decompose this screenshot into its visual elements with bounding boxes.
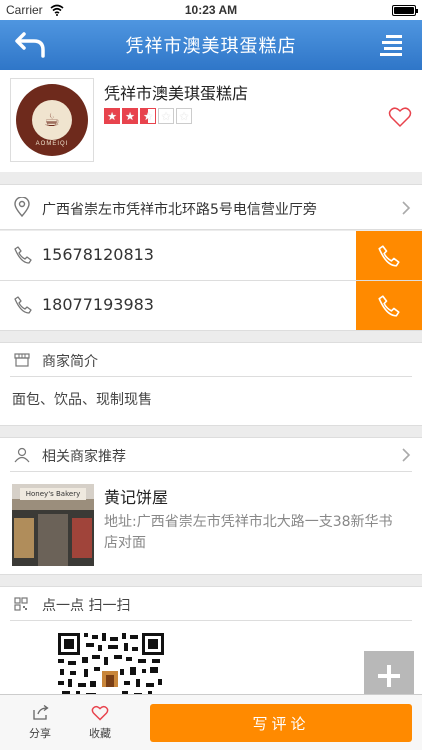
- shop-header-card: ☕ AOMEIQI 凭祥市澳美琪蛋糕店 ★ ★ ★ ★ ★: [0, 70, 422, 172]
- star-half-icon: ★: [140, 108, 156, 124]
- write-review-button[interactable]: 写评论: [150, 704, 412, 742]
- status-bar: Carrier 10:23 AM: [0, 0, 422, 20]
- qr-code-graphic: [58, 633, 164, 699]
- call-button[interactable]: [356, 231, 422, 280]
- share-label: 分享: [29, 727, 51, 740]
- address-row[interactable]: 广西省崇左市凭祥市北环路5号电信营业厅旁: [0, 184, 422, 230]
- recommend-shop-name[interactable]: 黄记饼屋: [104, 484, 168, 508]
- favorite-button[interactable]: 收藏: [70, 695, 130, 750]
- star-empty-icon: ★: [158, 108, 174, 124]
- shop-logo: ☕ AOMEIQI: [10, 78, 94, 162]
- rating-stars: ★ ★ ★ ★ ★: [104, 108, 192, 124]
- qr-code-image: [58, 633, 164, 699]
- page-title: 凭祥市澳美琪蛋糕店: [125, 36, 297, 57]
- favorite-heart-icon[interactable]: [388, 106, 412, 128]
- recommend-section: 相关商家推荐 Honey's Bakery 黄记饼屋 地址:广西省崇左市凭祥市北…: [0, 437, 422, 575]
- bread-icon: ☕: [32, 100, 72, 140]
- recommend-header[interactable]: 相关商家推荐: [0, 438, 422, 472]
- chevron-right-icon: [402, 448, 411, 462]
- storefront-sign: Honey's Bakery: [20, 488, 86, 500]
- location-pin-icon: [14, 197, 30, 217]
- phone-row: 15678120813: [0, 231, 422, 281]
- star-empty-icon: ★: [176, 108, 192, 124]
- share-button[interactable]: 分享: [10, 695, 70, 750]
- bottom-toolbar: 分享 收藏 写评论: [0, 694, 422, 750]
- call-button[interactable]: [356, 281, 422, 330]
- phone-icon: [14, 246, 32, 264]
- section-title: 相关商家推荐: [42, 449, 126, 465]
- star-icon: ★: [104, 108, 120, 124]
- chevron-right-icon: [402, 201, 411, 215]
- qr-section: 点一点 扫一扫: [0, 586, 422, 704]
- phone-icon: [14, 296, 32, 314]
- recommend-shop-photo[interactable]: Honey's Bakery: [12, 484, 94, 566]
- intro-section: 商家简介 面包、饮品、现制现售: [0, 342, 422, 426]
- phone-number: 15678120813: [42, 245, 154, 264]
- favorite-label: 收藏: [89, 727, 111, 740]
- clock: 10:23 AM: [184, 3, 238, 17]
- nav-bar: 凭祥市澳美琪蛋糕店: [0, 20, 422, 70]
- section-title: 点一点 扫一扫: [42, 598, 131, 614]
- user-icon: [14, 447, 30, 463]
- shop-icon: [14, 353, 30, 367]
- shop-name: 凭祥市澳美琪蛋糕店: [104, 84, 249, 103]
- menu-icon[interactable]: [380, 34, 404, 56]
- recommend-shop-address: 地址:广西省崇左市凭祥市北大路一支38新华书店对面: [104, 514, 393, 551]
- phone-number: 18077193983: [42, 295, 154, 314]
- phone-call-icon: [378, 244, 400, 267]
- address-text: 广西省崇左市凭祥市北环路5号电信营业厅旁: [42, 202, 317, 218]
- heart-icon: [91, 705, 109, 721]
- back-arrow-icon[interactable]: [14, 30, 48, 60]
- section-title: 商家简介: [42, 354, 98, 370]
- phone-call-icon: [378, 294, 400, 317]
- share-icon: [33, 705, 49, 720]
- intro-text: 面包、饮品、现制现售: [12, 392, 152, 408]
- phone-row: 18077193983: [0, 281, 422, 331]
- logo-brand-text: AOMEIQI: [35, 141, 69, 147]
- qr-code-icon: [14, 597, 28, 611]
- battery-icon: [392, 5, 418, 16]
- star-icon: ★: [122, 108, 138, 124]
